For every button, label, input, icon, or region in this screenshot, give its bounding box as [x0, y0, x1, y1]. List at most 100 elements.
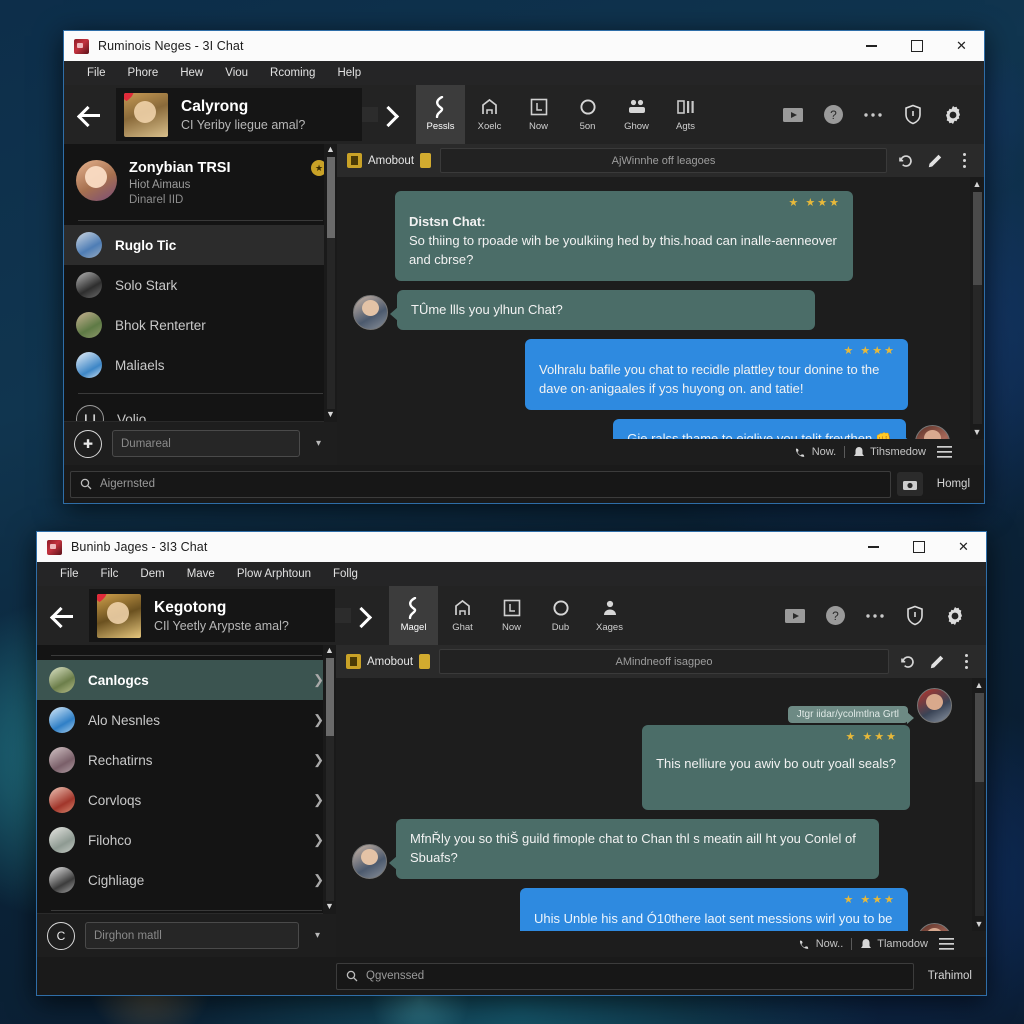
titlebar-bottom[interactable]: Buninb Jages - 3I3 Chat ✕: [37, 532, 986, 562]
menu-item-mave[interactable]: Mave: [176, 562, 226, 586]
gear-icon[interactable]: [936, 98, 970, 132]
search-input[interactable]: Qgvenssed: [336, 962, 914, 990]
sidebar-profile[interactable]: Zonybian TRSI Hiot Aimaus Dinarel IID ★: [64, 148, 337, 212]
chat-scrollbar[interactable]: ▲ ▼: [972, 678, 986, 931]
more-icon[interactable]: [856, 98, 890, 132]
help-icon[interactable]: ?: [816, 98, 850, 132]
message-bubble[interactable]: Gie ralss thame to eiglive vou telit fre…: [613, 419, 913, 439]
more-vertical-icon[interactable]: [954, 152, 974, 169]
taskbar-label[interactable]: Trahimol: [920, 970, 980, 982]
chat-tag[interactable]: Amobout: [347, 153, 432, 168]
sidebar-scrollbar[interactable]: ▲ ▼: [324, 144, 337, 422]
nav-tools-top[interactable]: ?: [776, 85, 984, 144]
scroll-down-icon[interactable]: ▼: [326, 409, 335, 422]
video-folder-icon[interactable]: [778, 599, 812, 633]
scroll-up-icon[interactable]: ▲: [973, 177, 982, 191]
nav-tabs-top[interactable]: Pessls Xoelc Now 5on Ghow Agts: [416, 85, 710, 144]
window-controls[interactable]: ✕: [849, 31, 984, 61]
message-bubble[interactable]: TÛme llls you ylhun Chat?: [390, 289, 815, 331]
tab-ghow[interactable]: Ghow: [612, 85, 661, 144]
sidebar-item-maliaels[interactable]: Maliaels: [64, 345, 337, 385]
camera-icon[interactable]: [896, 472, 923, 496]
tab-agts[interactable]: Agts: [661, 85, 710, 144]
sidebar-item-volio[interactable]: ❙❙ Volio: [64, 398, 337, 421]
history-icon[interactable]: [896, 153, 916, 169]
menu-item-help[interactable]: Help: [326, 61, 372, 85]
message-bubble[interactable]: ★ ★★★ Uhis Unble his and Ó10there laot s…: [520, 887, 908, 931]
call-status[interactable]: Now..: [798, 938, 843, 951]
scroll-up-icon[interactable]: ▲: [325, 645, 334, 658]
shield-icon[interactable]: [898, 599, 932, 633]
call-status[interactable]: Now.: [794, 446, 836, 459]
scroll-up-icon[interactable]: ▲: [326, 144, 335, 157]
sidebar-item-solo-stark[interactable]: Solo Stark: [64, 265, 337, 305]
scrollbar-track[interactable]: [974, 693, 984, 916]
menubar-bottom[interactable]: File Filc Dem Mave Plow Arphtoun Follg: [37, 562, 986, 586]
chat-window-top[interactable]: Ruminois Neges - 3I Chat ✕ File Phore He…: [63, 30, 985, 504]
sidebar-combo[interactable]: Dumareal: [112, 430, 300, 457]
tab-now[interactable]: Now: [514, 85, 563, 144]
menu-item-plow-arphtoun[interactable]: Plow Arphtoun: [226, 562, 322, 586]
chevron-down-icon[interactable]: ▾: [310, 438, 327, 449]
scrollbar-thumb[interactable]: [325, 658, 334, 736]
menu-item-hew[interactable]: Hew: [169, 61, 214, 85]
titlebar-top[interactable]: Ruminois Neges - 3I Chat ✕: [64, 31, 984, 61]
back-button[interactable]: [64, 85, 116, 144]
tab-now[interactable]: Now: [487, 586, 536, 645]
tab-pessls[interactable]: Pessls: [416, 85, 465, 144]
chat-window-bottom[interactable]: Buninb Jages - 3I3 Chat ✕ File Filc Dem …: [36, 531, 987, 996]
scrollbar-thumb[interactable]: [326, 157, 335, 238]
forward-button[interactable]: [362, 85, 416, 144]
menu-item-dem[interactable]: Dem: [129, 562, 175, 586]
close-button[interactable]: ✕: [939, 31, 984, 61]
nav-tabs-bottom[interactable]: Magel Ghat Now Dub Xages: [389, 586, 634, 645]
chat-search-input[interactable]: AjWinnhe off leagoes: [440, 148, 887, 173]
search-input[interactable]: Aigernsted: [70, 470, 891, 498]
sidebar-item-bhok-renterter[interactable]: Bhok Renterter: [64, 305, 337, 345]
nav-tools-bottom[interactable]: ?: [778, 586, 986, 645]
message-bubble[interactable]: MfnŘly you so thiŠ guild fimople chat to…: [389, 819, 879, 879]
minimize-button[interactable]: [851, 532, 896, 562]
chat-scrollbar[interactable]: ▲ ▼: [970, 177, 984, 439]
tab-xages[interactable]: Xages: [585, 586, 634, 645]
maximize-button[interactable]: [894, 31, 939, 61]
contact-card[interactable]: Kegotong CIl Yeetly Arypste amal?: [89, 589, 335, 642]
shield-icon[interactable]: [896, 98, 930, 132]
tab-5on[interactable]: 5on: [563, 85, 612, 144]
taskbar-label[interactable]: Homgl: [929, 478, 978, 490]
list-icon[interactable]: [934, 446, 954, 458]
scrollbar-track[interactable]: [972, 192, 982, 424]
scroll-up-icon[interactable]: ▲: [975, 678, 984, 692]
edit-icon[interactable]: [927, 654, 947, 670]
tab-ghat[interactable]: Ghat: [438, 586, 487, 645]
sidebar-item-rechatirns[interactable]: Rechatirns ❯: [37, 740, 336, 780]
sidebar-scrollbar[interactable]: ▲ ▼: [323, 645, 336, 914]
menu-item-viou[interactable]: Viou: [214, 61, 259, 85]
gear-icon[interactable]: [938, 599, 972, 633]
menu-item-file[interactable]: File: [49, 562, 90, 586]
message-bubble[interactable]: ★ ★★★ Distsn Chat: So thiing to rpoade w…: [395, 191, 853, 281]
copyright-icon[interactable]: C: [47, 921, 75, 950]
close-button[interactable]: ✕: [941, 532, 986, 562]
help-icon[interactable]: ?: [818, 599, 852, 633]
menu-item-file[interactable]: File: [76, 61, 117, 85]
window-controls[interactable]: ✕: [851, 532, 986, 562]
tab-dub[interactable]: Dub: [536, 586, 585, 645]
video-folder-icon[interactable]: [776, 98, 810, 132]
sidebar-item-filohco[interactable]: Filohco ❯: [37, 820, 336, 860]
scroll-down-icon[interactable]: ▼: [973, 425, 982, 439]
menu-item-follg[interactable]: Follg: [322, 562, 369, 586]
message-bubble[interactable]: ★ ★★★ Volhralu bafile you chat to recidl…: [525, 339, 908, 411]
sidebar-item-corvloqs[interactable]: Corvloqs ❯: [37, 780, 336, 820]
menubar-top[interactable]: File Phore Hew Viou Rcoming Help: [64, 61, 984, 85]
menu-item-filc[interactable]: Filc: [90, 562, 130, 586]
maximize-button[interactable]: [896, 532, 941, 562]
scroll-down-icon[interactable]: ▼: [975, 917, 984, 931]
chat-search-input[interactable]: AMindneoff isagpeo: [439, 649, 889, 674]
tab-magel[interactable]: Magel: [389, 586, 438, 645]
scrollbar-track[interactable]: [326, 157, 335, 409]
sidebar-item-ruglo-tic[interactable]: Ruglo Tic: [64, 225, 337, 265]
more-icon[interactable]: [858, 599, 892, 633]
sidebar-item-cighliage[interactable]: Cighliage ❯: [37, 860, 336, 900]
edit-icon[interactable]: [925, 153, 945, 169]
